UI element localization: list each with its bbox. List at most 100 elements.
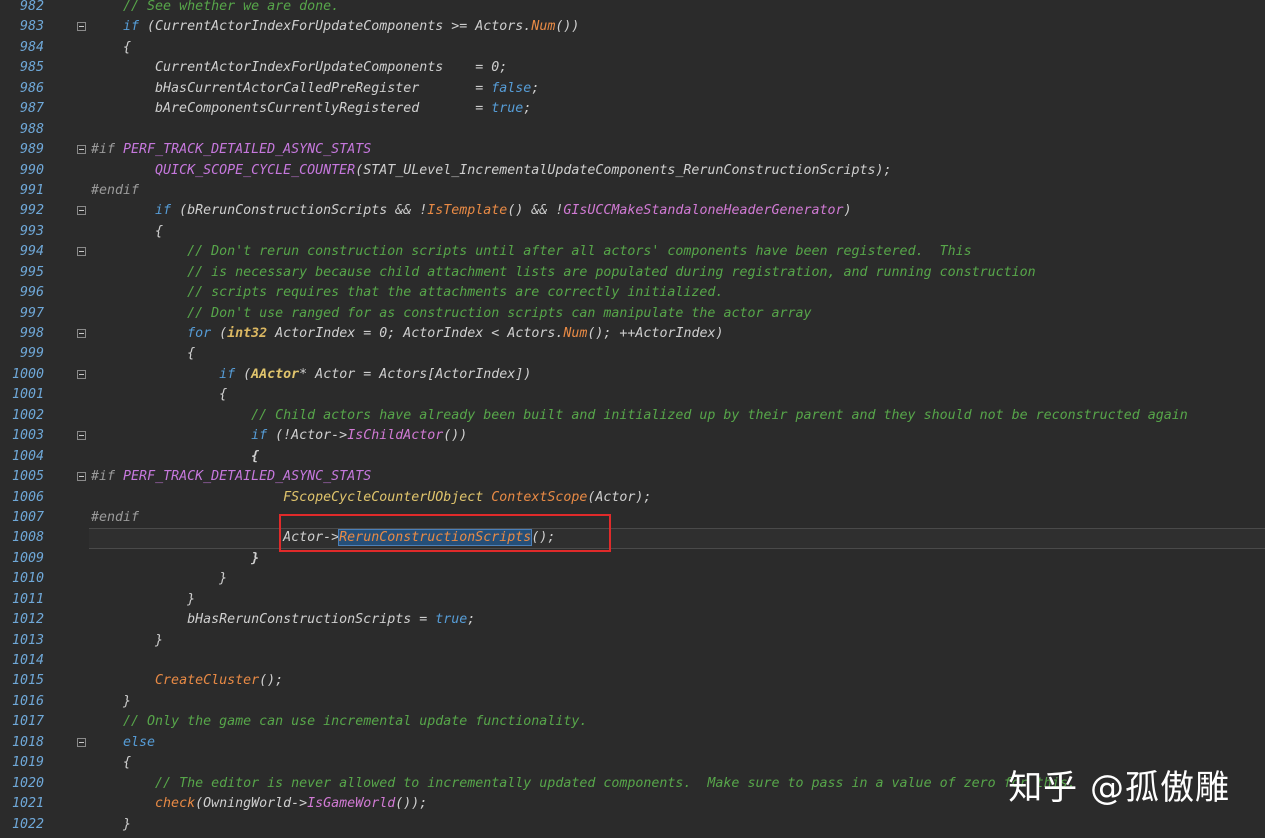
fold-toggle-icon[interactable] bbox=[77, 431, 86, 441]
line-number: 992 bbox=[19, 203, 44, 219]
code-line[interactable]: 1014 bbox=[0, 651, 1265, 671]
code-text: { bbox=[91, 387, 228, 403]
line-number: 996 bbox=[19, 285, 44, 301]
code-line[interactable]: 1017 // Only the game can use incrementa… bbox=[0, 712, 1265, 732]
code-line[interactable]: 1005 #if PERF_TRACK_DETAILED_ASYNC_STATS bbox=[0, 467, 1265, 487]
code-line[interactable]: 1010 } bbox=[0, 569, 1265, 589]
line-number: 993 bbox=[19, 223, 44, 239]
line-number: 1000 bbox=[11, 366, 44, 382]
fold-toggle-icon[interactable] bbox=[77, 472, 86, 482]
fold-toggle-icon[interactable] bbox=[77, 369, 86, 379]
code-line[interactable]: 982 // See whether we are done. bbox=[0, 0, 1265, 17]
line-number: 1009 bbox=[11, 550, 44, 566]
code-line[interactable]: 983 if (CurrentActorIndexForUpdateCompon… bbox=[0, 17, 1265, 37]
code-line[interactable]: 994 // Don't rerun construction scripts … bbox=[0, 242, 1265, 262]
code-editor[interactable]: 982 // See whether we are done. 983 if (C… bbox=[0, 0, 1265, 835]
code-line[interactable]: 1011 } bbox=[0, 590, 1265, 610]
line-number: 1007 bbox=[11, 509, 44, 525]
line-number: 1010 bbox=[11, 571, 44, 587]
code-line[interactable]: 995 // is necessary because child attach… bbox=[0, 263, 1265, 283]
code-text: // Don't rerun construction scripts unti… bbox=[187, 244, 972, 260]
line-number: 1019 bbox=[11, 755, 44, 771]
code-text: bHasCurrentActorCalledPreRegister = fals… bbox=[91, 80, 540, 96]
code-line[interactable]: 1016 } bbox=[0, 692, 1265, 712]
line-number: 983 bbox=[19, 19, 44, 35]
code-line[interactable]: 984 { bbox=[0, 38, 1265, 58]
code-line[interactable]: 993 { bbox=[0, 222, 1265, 242]
code-text: QUICK_SCOPE_CYCLE_COUNTER(STAT_ULevel_In… bbox=[155, 162, 892, 178]
code-text: // is necessary because child attachment… bbox=[187, 264, 1036, 280]
code-line[interactable]: 1007 #endif bbox=[0, 508, 1265, 528]
code-text: // scripts requires that the attachments… bbox=[187, 285, 724, 301]
line-number: 984 bbox=[19, 39, 44, 55]
code-text: #if PERF_TRACK_DETAILED_ASYNC_STATS bbox=[91, 142, 372, 158]
code-line[interactable]: 987 bAreComponentsCurrentlyRegistered = … bbox=[0, 99, 1265, 119]
code-line[interactable]: 1018 else bbox=[0, 733, 1265, 753]
fold-toggle-icon[interactable] bbox=[77, 737, 86, 747]
code-text: } bbox=[91, 693, 132, 709]
code-text: CurrentActorIndexForUpdateComponents = 0… bbox=[91, 60, 508, 76]
code-line[interactable]: 998 for (int32 ActorIndex = 0; ActorInde… bbox=[0, 324, 1265, 344]
code-text: { bbox=[91, 223, 164, 239]
line-number: 1017 bbox=[11, 714, 44, 730]
line-number: 985 bbox=[19, 60, 44, 76]
code-text: { bbox=[91, 346, 196, 362]
code-text: } bbox=[91, 571, 228, 587]
fold-toggle-icon[interactable] bbox=[77, 247, 86, 257]
zhihu-watermark: 知乎 @孤傲雕 bbox=[1008, 768, 1230, 808]
line-number: 995 bbox=[19, 264, 44, 280]
code-line[interactable]: 985 CurrentActorIndexForUpdateComponents… bbox=[0, 58, 1265, 78]
code-line[interactable]: 997 // Don't use ranged for as construct… bbox=[0, 304, 1265, 324]
code-text: { bbox=[251, 448, 260, 464]
code-text: } bbox=[91, 591, 196, 607]
code-line[interactable]: 1001 { bbox=[0, 385, 1265, 405]
code-line[interactable]: 986 bHasCurrentActorCalledPreRegister = … bbox=[0, 79, 1265, 99]
code-line[interactable]: 1002 // Child actors have already been b… bbox=[0, 406, 1265, 426]
code-text: { bbox=[91, 755, 132, 771]
code-line[interactable]: 990 QUICK_SCOPE_CYCLE_COUNTER(STAT_ULeve… bbox=[0, 161, 1265, 181]
line-number: 1016 bbox=[11, 693, 44, 709]
code-line[interactable]: 1022 } bbox=[0, 815, 1265, 835]
line-number: 1008 bbox=[11, 530, 44, 546]
code-text: #endif bbox=[91, 182, 140, 198]
code-line[interactable]: 1012 bHasRerunConstructionScripts = true… bbox=[0, 610, 1265, 630]
line-number: 986 bbox=[19, 80, 44, 96]
fold-toggle-icon[interactable] bbox=[77, 206, 86, 216]
code-text: // The editor is never allowed to increm… bbox=[155, 775, 1076, 791]
line-number: 1001 bbox=[11, 387, 44, 403]
code-line[interactable]: 1000 if (AActor* Actor = Actors[ActorInd… bbox=[0, 365, 1265, 385]
line-number: 1021 bbox=[11, 796, 44, 812]
code-line[interactable]: 1015 CreateCluster(); bbox=[0, 671, 1265, 691]
code-text: Actor->RerunConstructionScripts(); bbox=[91, 529, 556, 547]
code-text: #if PERF_TRACK_DETAILED_ASYNC_STATS bbox=[91, 469, 372, 485]
fold-toggle-icon[interactable] bbox=[77, 145, 86, 155]
code-text: if (AActor* Actor = Actors[ActorIndex]) bbox=[219, 366, 532, 382]
code-line[interactable]: 999 { bbox=[0, 344, 1265, 364]
code-line[interactable]: 1003 if (!Actor->IsChildActor()) bbox=[0, 426, 1265, 446]
code-line[interactable]: 1008 Actor->RerunConstructionScripts(); bbox=[0, 528, 1265, 549]
line-number: 1013 bbox=[11, 632, 44, 648]
code-line[interactable]: 991 #endif bbox=[0, 181, 1265, 201]
code-line[interactable]: 989 #if PERF_TRACK_DETAILED_ASYNC_STATS bbox=[0, 140, 1265, 160]
line-number: 994 bbox=[19, 244, 44, 260]
fold-toggle-icon[interactable] bbox=[77, 22, 86, 32]
line-number: 1004 bbox=[11, 448, 44, 464]
line-number: 1015 bbox=[11, 673, 44, 689]
code-line[interactable]: 996 // scripts requires that the attachm… bbox=[0, 283, 1265, 303]
code-text: bAreComponentsCurrentlyRegistered = true… bbox=[91, 101, 532, 117]
code-line[interactable]: 992 if (bRerunConstructionScripts && !Is… bbox=[0, 201, 1265, 221]
code-line[interactable]: 1004 { bbox=[0, 447, 1265, 467]
line-number: 1002 bbox=[11, 407, 44, 423]
code-line[interactable]: 1006 FScopeCycleCounterUObject ContextSc… bbox=[0, 488, 1265, 508]
code-line[interactable]: 1013 } bbox=[0, 631, 1265, 651]
code-line[interactable]: 988 bbox=[0, 120, 1265, 140]
line-number: 1005 bbox=[11, 469, 44, 485]
fold-toggle-icon[interactable] bbox=[77, 329, 86, 338]
line-number: 1012 bbox=[11, 612, 44, 628]
line-number: 1014 bbox=[11, 653, 44, 668]
line-number: 1022 bbox=[11, 816, 44, 832]
code-line[interactable]: 1009 } bbox=[0, 549, 1265, 569]
line-number: 988 bbox=[19, 121, 44, 137]
code-text: } bbox=[91, 632, 164, 648]
code-text: if (bRerunConstructionScripts && !IsTemp… bbox=[155, 203, 852, 219]
